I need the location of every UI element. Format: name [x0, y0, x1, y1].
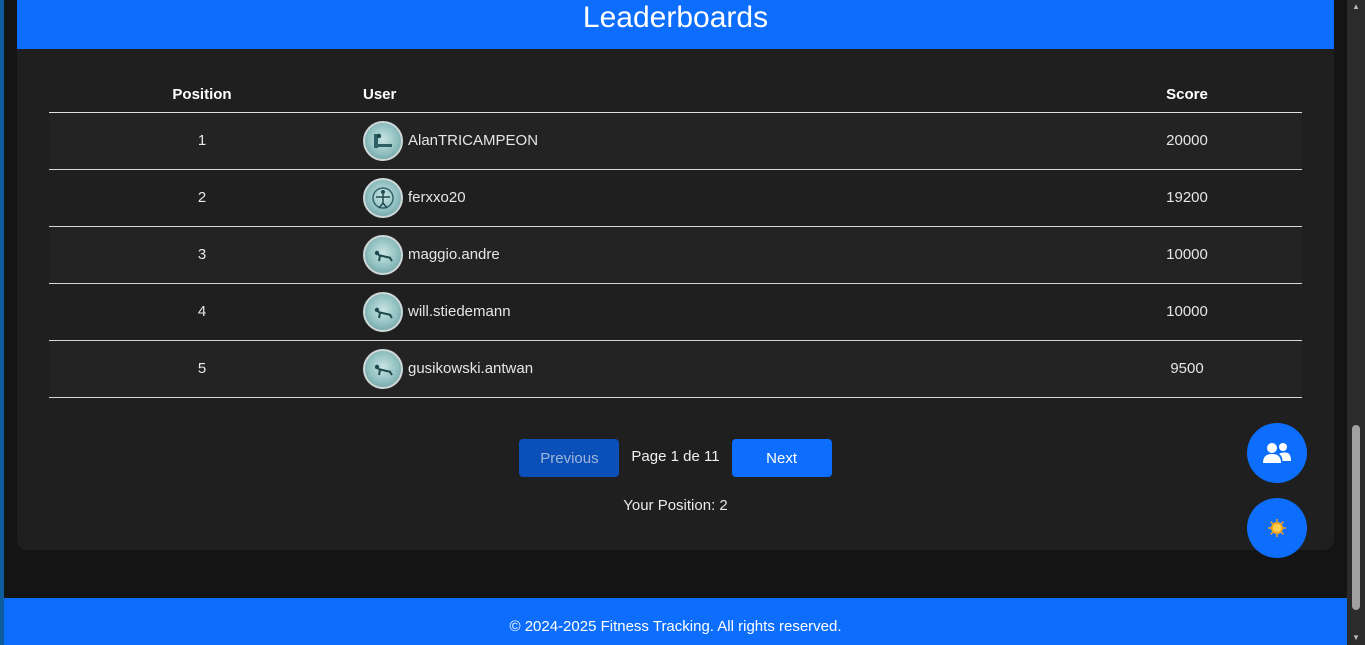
next-button[interactable]: Next [731, 439, 832, 477]
user-cell: ferxxo20 [363, 177, 1072, 218]
score-cell: 10000 [1166, 303, 1208, 320]
position-cell: 1 [197, 132, 207, 149]
vertical-scrollbar[interactable]: ▲ ▼ [1347, 0, 1365, 645]
user-cell: will.stiedemann [363, 291, 1072, 332]
score-column-header: Score [1166, 86, 1208, 104]
leaderboard-table: Position User Score 1 AlanTRICAMPEON 200… [49, 78, 1302, 398]
username: will.stiedemann [408, 303, 511, 320]
position-cell: 4 [197, 303, 207, 320]
position-column-header: Position [172, 86, 232, 104]
card-header: Leaderboards [17, 0, 1334, 49]
scroll-thumb[interactable] [1352, 425, 1360, 610]
score-cell: 9500 [1170, 360, 1204, 377]
username: ferxxo20 [408, 189, 466, 206]
username: gusikowski.antwan [408, 360, 534, 377]
user-cell: gusikowski.antwan [363, 348, 1072, 389]
username: AlanTRICAMPEON [408, 132, 539, 149]
footer: © 2024-2025 Fitness Tracking. All rights… [4, 598, 1347, 645]
your-position: Your Position: 2 [623, 497, 728, 514]
table-row: 2 ferxxo20 19200 [49, 169, 1302, 226]
scroll-up-icon[interactable]: ▲ [1347, 0, 1365, 14]
table-header-row: Position User Score [49, 78, 1302, 112]
leaderboard-card: Leaderboards Position User Score 1 AlanT… [17, 0, 1334, 550]
friends-button[interactable] [1247, 423, 1307, 483]
pushup-avatar-icon [363, 234, 403, 275]
table-row: 4 will.stiedemann 10000 [49, 283, 1302, 340]
table-row: 3 maggio.andre 10000 [49, 226, 1302, 283]
position-cell: 5 [197, 360, 207, 377]
table-row: 1 AlanTRICAMPEON 20000 [49, 112, 1302, 169]
bridge-avatar-icon [363, 120, 403, 161]
pushup-avatar-icon [363, 348, 403, 389]
user-cell: maggio.andre [363, 234, 1072, 275]
position-cell: 2 [197, 189, 207, 206]
theme-toggle-button[interactable] [1247, 498, 1307, 558]
previous-button[interactable]: Previous [519, 439, 620, 477]
users-icon [1263, 443, 1291, 463]
vitruvian-avatar-icon [363, 177, 403, 218]
sun-icon [1268, 519, 1286, 537]
score-cell: 10000 [1166, 246, 1208, 263]
score-cell: 19200 [1166, 189, 1208, 206]
score-cell: 20000 [1166, 132, 1208, 149]
position-cell: 3 [197, 246, 207, 263]
user-cell: AlanTRICAMPEON [363, 120, 1072, 161]
user-column-header: User [363, 86, 397, 104]
username: maggio.andre [408, 246, 500, 263]
page-indicator: Page 1 de 11 [631, 447, 720, 465]
pushup-avatar-icon [363, 291, 403, 332]
footer-text: © 2024-2025 Fitness Tracking. All rights… [509, 618, 842, 635]
page-title: Leaderboards [582, 1, 769, 34]
table-row: 5 gusikowski.antwan 9500 [49, 340, 1302, 397]
scroll-down-icon[interactable]: ▼ [1347, 631, 1365, 645]
page-viewport: Leaderboards Position User Score 1 AlanT… [4, 0, 1347, 645]
pagination: Previous Page 1 de 11 Next [17, 439, 1334, 477]
